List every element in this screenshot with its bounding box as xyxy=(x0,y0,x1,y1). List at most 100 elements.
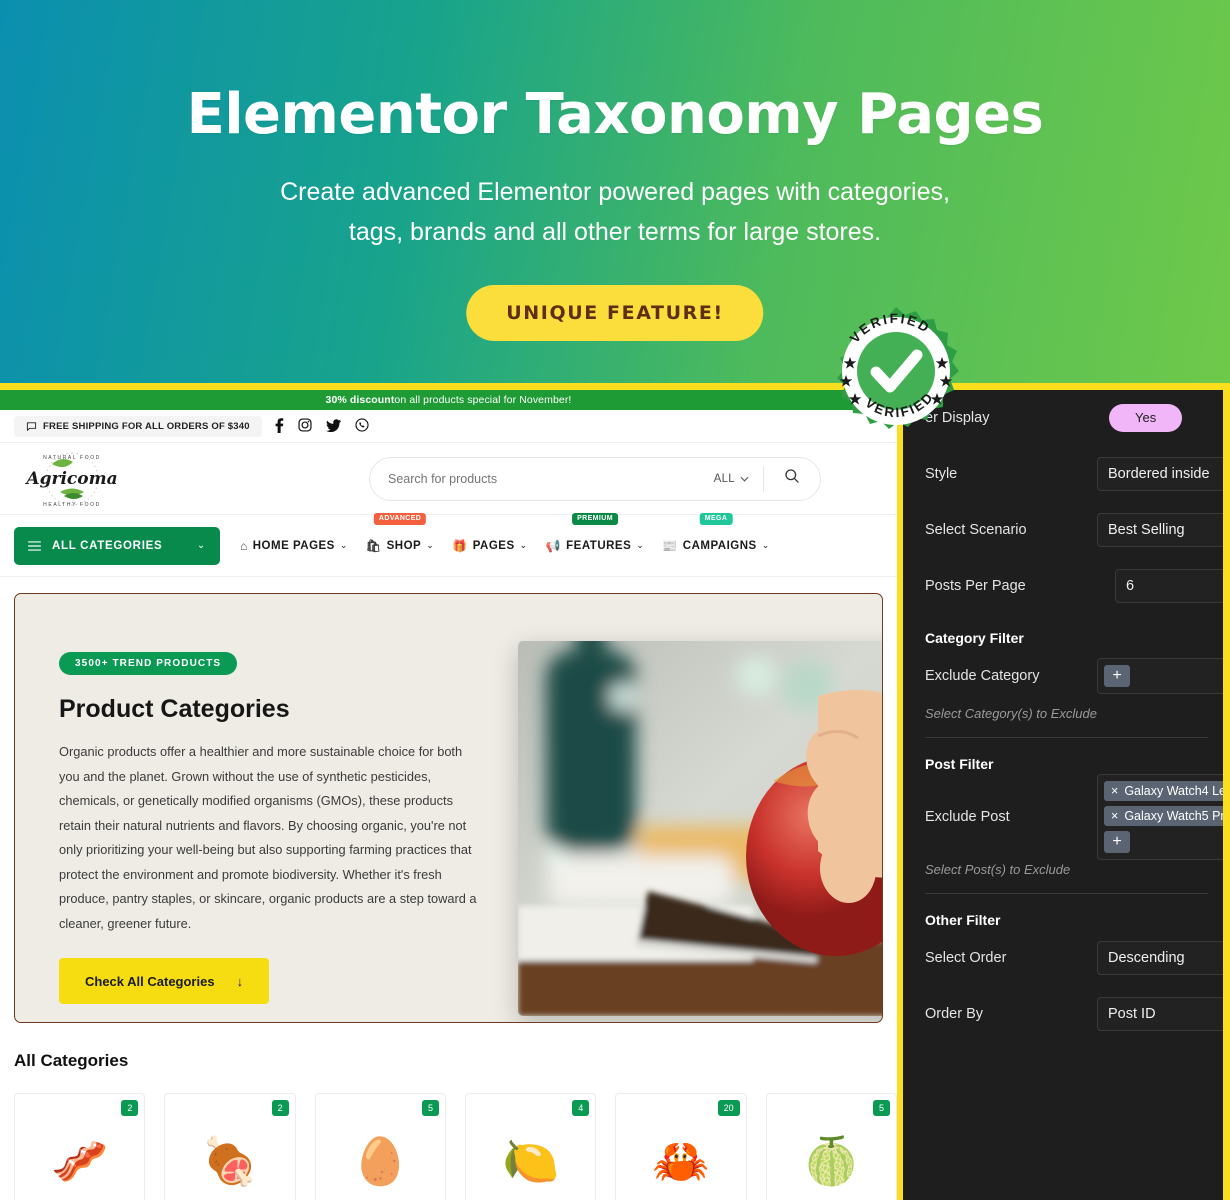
home-icon: ⌂ xyxy=(240,538,248,553)
top-utility-bar: FREE SHIPPING FOR ALL ORDERS OF $340 xyxy=(0,410,897,443)
scenario-select[interactable]: Best Selling xyxy=(1097,513,1223,547)
message-icon xyxy=(26,421,37,431)
category-card[interactable]: 4 🍋 xyxy=(464,1093,597,1200)
nav-badge-premium: PREMIUM xyxy=(572,512,618,525)
nav-badge-advanced: ADVANCED xyxy=(373,512,427,525)
category-icon: 🥚 xyxy=(351,1135,409,1187)
product-search-bar[interactable]: ALL xyxy=(369,456,821,501)
category-icon: 🍈 xyxy=(802,1135,860,1187)
exclude-category-field[interactable]: + xyxy=(1097,658,1223,694)
exclude-post-tag-label: Galaxy Watch4 Leat xyxy=(1124,784,1230,798)
setting-exclude-post: Exclude Post × Galaxy Watch4 Leat × Gala… xyxy=(925,774,1230,860)
setting-exclude-category: Exclude Category + xyxy=(925,648,1223,704)
gift-icon: 🎁 xyxy=(452,538,468,553)
unique-feature-button[interactable]: UNIQUE FEATURE! xyxy=(466,285,764,341)
divider xyxy=(925,893,1208,894)
card-heading: Product Categories xyxy=(59,695,290,723)
twitter-icon[interactable] xyxy=(325,418,341,434)
nav-menu: ⌂ HOME PAGES ⌄ ADVANCED 🛍 SHOP ⌄ 🎁 PAGES… xyxy=(240,512,770,553)
chevron-down-icon: ⌄ xyxy=(761,540,770,550)
all-categories-button[interactable]: ALL CATEGORIES ⌄ xyxy=(14,526,220,565)
nav-item-features[interactable]: PREMIUM 📢 FEATURES ⌄ xyxy=(545,512,645,553)
exclude-post-field[interactable]: × Galaxy Watch4 Leat × Galaxy Watch5 Pro… xyxy=(1097,774,1230,860)
check-all-categories-label: Check All Categories xyxy=(85,973,215,989)
search-input[interactable] xyxy=(370,471,714,486)
free-shipping-notice: FREE SHIPPING FOR ALL ORDERS OF $340 xyxy=(14,415,262,437)
exclude-post-tag[interactable]: × Galaxy Watch4 Leat xyxy=(1104,781,1230,801)
search-scope-select[interactable]: ALL xyxy=(714,473,763,485)
hero-subtitle-line2: tags, brands and all other terms for lar… xyxy=(348,218,882,246)
social-links xyxy=(275,417,369,435)
divider xyxy=(925,737,1208,738)
hero-banner: Elementor Taxonomy Pages Create advanced… xyxy=(0,0,1230,390)
search-scope-value: ALL xyxy=(713,472,735,485)
main-navigation: ALL CATEGORIES ⌄ ⌂ HOME PAGES ⌄ ADVANCED… xyxy=(0,512,897,577)
setting-label: Select Scenario xyxy=(925,522,1027,538)
chevron-down-icon: ⌄ xyxy=(196,540,206,551)
nav-item-campaigns[interactable]: MEGA 📰 CAMPAIGNS ⌄ xyxy=(662,512,770,553)
nav-label: HOME PAGES xyxy=(252,539,335,552)
category-count-badge: 2 xyxy=(121,1100,139,1116)
category-icon: 🥓 xyxy=(51,1135,109,1187)
hamburger-icon xyxy=(28,540,41,551)
nav-label: CAMPAIGNS xyxy=(682,539,757,552)
trend-products-badge: 3500+ TREND PRODUCTS xyxy=(59,652,238,675)
category-count-badge: 2 xyxy=(271,1100,289,1116)
category-grid: 2 🥓 2 🍖 5 🥚 4 🍋 20 🦀 5 🍈 xyxy=(14,1093,897,1200)
remove-icon[interactable]: × xyxy=(1111,784,1118,798)
promo-rest: on all products special for November! xyxy=(394,394,572,406)
chevron-down-icon: ⌄ xyxy=(519,540,528,550)
category-icon: 🍋 xyxy=(502,1135,560,1187)
order-by-select[interactable]: Post ID xyxy=(1097,997,1223,1031)
svg-text:Agricoma: Agricoma xyxy=(24,469,117,489)
svg-text:NATURAL FOOD: NATURAL FOOD xyxy=(43,455,101,461)
chevron-down-icon xyxy=(740,476,749,482)
setting-label: Exclude Post xyxy=(925,809,1010,825)
site-logo[interactable]: Agricoma NATURAL FOOD HEALTHY FOOD xyxy=(20,448,125,510)
search-icon xyxy=(785,469,799,483)
site-header: Agricoma NATURAL FOOD HEALTHY FOOD ALL xyxy=(0,443,897,515)
nav-badge-mega: MEGA xyxy=(699,512,733,525)
select-order-select[interactable]: Descending xyxy=(1097,941,1223,975)
nav-item-pages[interactable]: 🎁 PAGES ⌄ xyxy=(452,539,527,553)
chevron-down-icon: ⌄ xyxy=(426,540,435,550)
setting-select-order: Select Order Descending xyxy=(925,930,1223,986)
megaphone-icon: 📢 xyxy=(545,538,562,553)
instagram-icon[interactable] xyxy=(298,418,312,434)
nav-item-shop[interactable]: ADVANCED 🛍 SHOP ⌄ xyxy=(366,512,435,553)
exclude-post-tag[interactable]: × Galaxy Watch5 Pro xyxy=(1104,806,1223,826)
setting-label: Order By xyxy=(925,1006,984,1022)
exclude-category-hint: Select Category(s) to Exclude xyxy=(925,706,1097,721)
viber-icon[interactable] xyxy=(355,418,369,434)
setting-label: Style xyxy=(925,466,958,482)
add-category-button[interactable]: + xyxy=(1104,665,1130,687)
promo-bar: 30% discount on all products special for … xyxy=(0,390,897,410)
style-select[interactable]: Bordered inside xyxy=(1097,457,1223,491)
add-post-button[interactable]: + xyxy=(1104,831,1130,853)
remove-icon[interactable]: × xyxy=(1111,809,1118,823)
all-categories-section-title: All Categories xyxy=(14,1051,129,1070)
category-card[interactable]: 5 🍈 xyxy=(765,1093,897,1200)
hero-subtitle-line1: Create advanced Elementor powered pages … xyxy=(280,178,950,206)
category-icon: 🦀 xyxy=(652,1135,710,1187)
check-all-categories-button[interactable]: Check All Categories ↓ xyxy=(59,958,270,1004)
setting-label: Select Order xyxy=(925,950,1007,966)
category-count-badge: 5 xyxy=(421,1100,439,1116)
nav-item-home-pages[interactable]: ⌂ HOME PAGES ⌄ xyxy=(240,539,348,553)
category-card[interactable]: 2 🍖 xyxy=(164,1093,296,1200)
setting-order-by: Order By Post ID xyxy=(925,986,1223,1042)
facebook-icon[interactable] xyxy=(275,417,284,435)
setting-label: Exclude Category xyxy=(925,668,1040,684)
product-categories-card: 3500+ TREND PRODUCTS Product Categories … xyxy=(14,593,883,1023)
category-card[interactable]: 20 🦀 xyxy=(615,1093,747,1200)
counter-display-toggle[interactable]: Yes xyxy=(1109,404,1183,432)
nav-label: SHOP xyxy=(386,539,422,552)
category-card[interactable]: 2 🥓 xyxy=(14,1093,146,1200)
svg-text:HEALTHY FOOD: HEALTHY FOOD xyxy=(43,502,101,508)
posts-per-page-input[interactable]: 6 xyxy=(1115,569,1223,603)
free-shipping-text: FREE SHIPPING FOR ALL ORDERS OF $340 xyxy=(43,420,250,432)
category-icon: 🍖 xyxy=(201,1135,259,1187)
category-card[interactable]: 5 🥚 xyxy=(314,1093,446,1200)
search-submit-button[interactable] xyxy=(764,468,820,489)
category-filter-heading: Category Filter xyxy=(925,630,1024,646)
